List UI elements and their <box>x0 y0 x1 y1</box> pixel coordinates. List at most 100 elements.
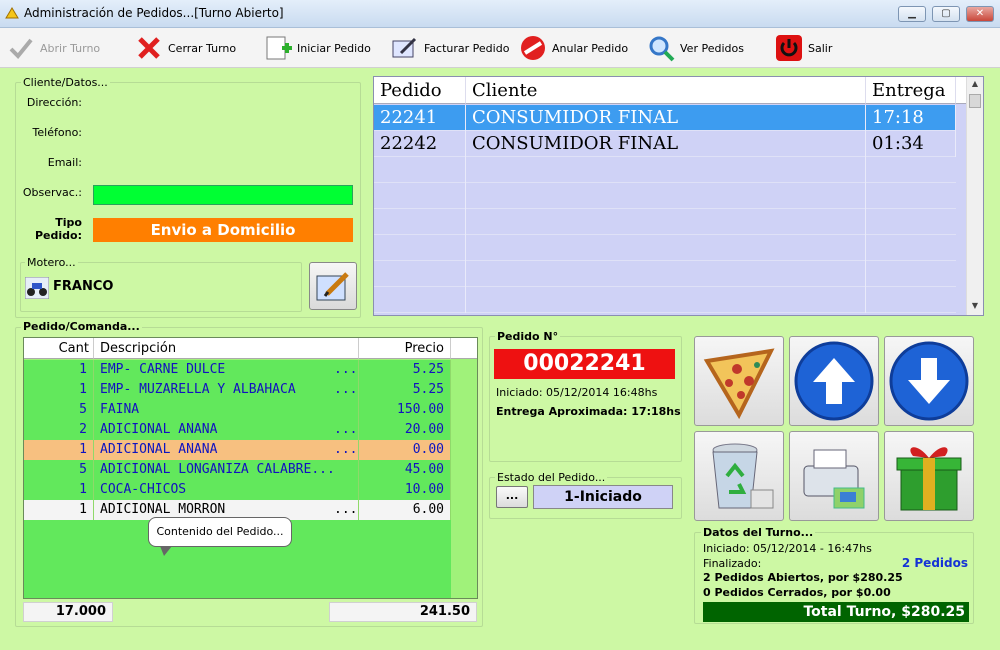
comanda-table[interactable]: Cant Descripción Precio 1 EMP- CARNE DUL… <box>23 337 478 599</box>
column-header-entrega[interactable]: Entrega <box>866 77 956 104</box>
estado-button[interactable]: ... <box>496 486 528 508</box>
orders-scrollbar[interactable]: ▲ ▼ <box>966 77 983 315</box>
maximize-button[interactable]: ▢ <box>932 6 960 22</box>
table-row[interactable]: 1 EMP- CARNE DULCE ... 5.25 <box>24 360 451 380</box>
move-up-button[interactable] <box>789 336 879 426</box>
anular-pedido-label: Anular Pedido <box>552 41 629 55</box>
add-document-icon <box>263 33 293 63</box>
cell-dots: ... <box>334 440 359 460</box>
motorbike-icon <box>24 276 50 300</box>
power-icon <box>774 33 804 63</box>
print-button[interactable] <box>789 431 879 521</box>
cell-descripcion: EMP- MUZARELLA Y ALBAHACA <box>100 382 296 397</box>
motero-value: FRANCO <box>53 279 114 294</box>
scroll-up-icon[interactable]: ▲ <box>969 79 981 91</box>
table-row[interactable]: 1 COCA-CHICOS 10.00 <box>24 480 451 500</box>
cell-entrega: 01:34 <box>866 131 956 157</box>
orders-table[interactable]: Pedido Cliente Entrega 22241 CONSUMIDOR … <box>373 76 984 316</box>
column-header-cant[interactable]: Cant <box>24 338 94 359</box>
column-header-descripcion[interactable]: Descripción <box>94 338 359 359</box>
cell-cant: 2 <box>24 420 94 440</box>
column-header-cliente[interactable]: Cliente <box>466 77 866 104</box>
table-row[interactable]: 1 ADICIONAL ANANA ... 0.00 <box>24 440 451 460</box>
cell-precio: 6.00 <box>359 500 451 520</box>
cerrar-turno-label: Cerrar Turno <box>168 41 237 55</box>
estado-value: 1-Iniciado <box>533 485 673 509</box>
cell-descripcion: EMP- CARNE DULCE <box>100 362 226 377</box>
salir-label: Salir <box>808 41 833 55</box>
iniciar-pedido-button[interactable]: Iniciar Pedido <box>263 32 371 64</box>
empty-row <box>374 261 956 287</box>
turno-finalizado: Finalizado: <box>703 557 762 570</box>
minimize-button[interactable]: ▁ <box>898 6 926 22</box>
cell-dots: ... <box>334 380 359 400</box>
pedido-numero: 00022241 <box>494 349 675 379</box>
cerrar-turno-button[interactable]: Cerrar Turno <box>134 32 236 64</box>
ver-pedidos-button[interactable]: Ver Pedidos <box>646 32 744 64</box>
pedido-entrega: Entrega Aproximada: 17:18hs <box>496 405 681 418</box>
check-icon <box>6 33 36 63</box>
cell-descripcion: COCA-CHICOS <box>100 482 187 497</box>
tooltip: Contenido del Pedido... <box>148 517 292 547</box>
cancel-icon <box>518 33 548 63</box>
delete-item-button[interactable] <box>694 431 784 521</box>
tipo-label-1: Tipo <box>55 216 82 229</box>
close-button[interactable]: ✕ <box>966 6 994 22</box>
table-row[interactable]: 1 EMP- MUZARELLA Y ALBAHACA ... 5.25 <box>24 380 451 400</box>
gift-button[interactable] <box>884 431 974 521</box>
cell-precio: 45.00 <box>359 460 451 480</box>
cell-precio: 20.00 <box>359 420 451 440</box>
cell-dots <box>334 400 359 420</box>
cell-descripcion: ADICIONAL ANANA <box>100 442 218 457</box>
edit-icon <box>316 272 349 301</box>
abrir-turno-label: Abrir Turno <box>40 41 101 55</box>
turno-pedidos: 2 Pedidos <box>901 556 968 570</box>
edit-cliente-button[interactable] <box>309 262 357 310</box>
email-label: Email: <box>47 156 82 169</box>
cell-precio: 0.00 <box>359 440 451 460</box>
facturar-pedido-button[interactable]: Facturar Pedido <box>390 32 509 64</box>
column-header-pedido[interactable]: Pedido <box>374 77 466 104</box>
cell-cliente: CONSUMIDOR FINAL <box>466 131 866 157</box>
window-title: Administración de Pedidos...[Turno Abier… <box>24 6 284 20</box>
observaciones-label: Observac.: <box>22 186 82 199</box>
cell-cant: 5 <box>24 460 94 480</box>
table-row[interactable]: 5 ADICIONAL LONGANIZA CALABRE... 45.00 <box>24 460 451 480</box>
pedido-group-label: Pedido N° <box>495 330 561 343</box>
salir-button[interactable]: Salir <box>774 32 832 64</box>
cell-entrega: 17:18 <box>866 105 956 131</box>
move-down-button[interactable] <box>884 336 974 426</box>
table-row[interactable]: 22242 CONSUMIDOR FINAL 01:34 <box>374 131 956 157</box>
app-icon <box>5 7 19 19</box>
empty-row <box>24 580 451 598</box>
tipo-label-2: Pedido: <box>35 229 82 242</box>
abrir-turno-button[interactable]: Abrir Turno <box>6 32 100 64</box>
observaciones-field[interactable] <box>93 185 353 205</box>
cliente-group-label: Cliente/Datos... <box>21 76 110 89</box>
scroll-thumb[interactable] <box>969 94 981 108</box>
title-bar: Administración de Pedidos...[Turno Abier… <box>0 0 1000 28</box>
total-precio: 241.50 <box>329 602 477 622</box>
table-row[interactable]: 2 ADICIONAL ANANA ... 20.00 <box>24 420 451 440</box>
comanda-group-label: Pedido/Comanda... <box>21 320 142 333</box>
cell-dots: ... <box>334 420 359 440</box>
cell-cant: 1 <box>24 500 94 520</box>
cell-descripcion: FAINA <box>100 402 140 417</box>
tipo-pedido-field[interactable]: Envio a Domicilio <box>93 218 353 242</box>
pedido-iniciado: Iniciado: 05/12/2014 16:48hs <box>496 386 658 399</box>
motero-group-label: Motero... <box>25 256 78 269</box>
cell-descripcion: ADICIONAL LONGANIZA CALABRE... <box>94 460 359 480</box>
table-row[interactable]: 22241 CONSUMIDOR FINAL 17:18 <box>374 105 956 131</box>
scroll-down-icon[interactable]: ▼ <box>969 301 981 313</box>
anular-pedido-button[interactable]: Anular Pedido <box>518 32 628 64</box>
cell-dots: ... <box>334 360 359 380</box>
add-item-button[interactable] <box>694 336 784 426</box>
empty-row <box>374 235 956 261</box>
turno-iniciado: Iniciado: 05/12/2014 - 16:47hs <box>703 542 872 555</box>
column-header-precio[interactable]: Precio <box>359 338 451 359</box>
table-row[interactable]: 5 FAINA 150.00 <box>24 400 451 420</box>
empty-row <box>374 183 956 209</box>
cell-dots: ... <box>334 500 359 520</box>
cell-cant: 5 <box>24 400 94 420</box>
empty-row <box>374 157 956 183</box>
